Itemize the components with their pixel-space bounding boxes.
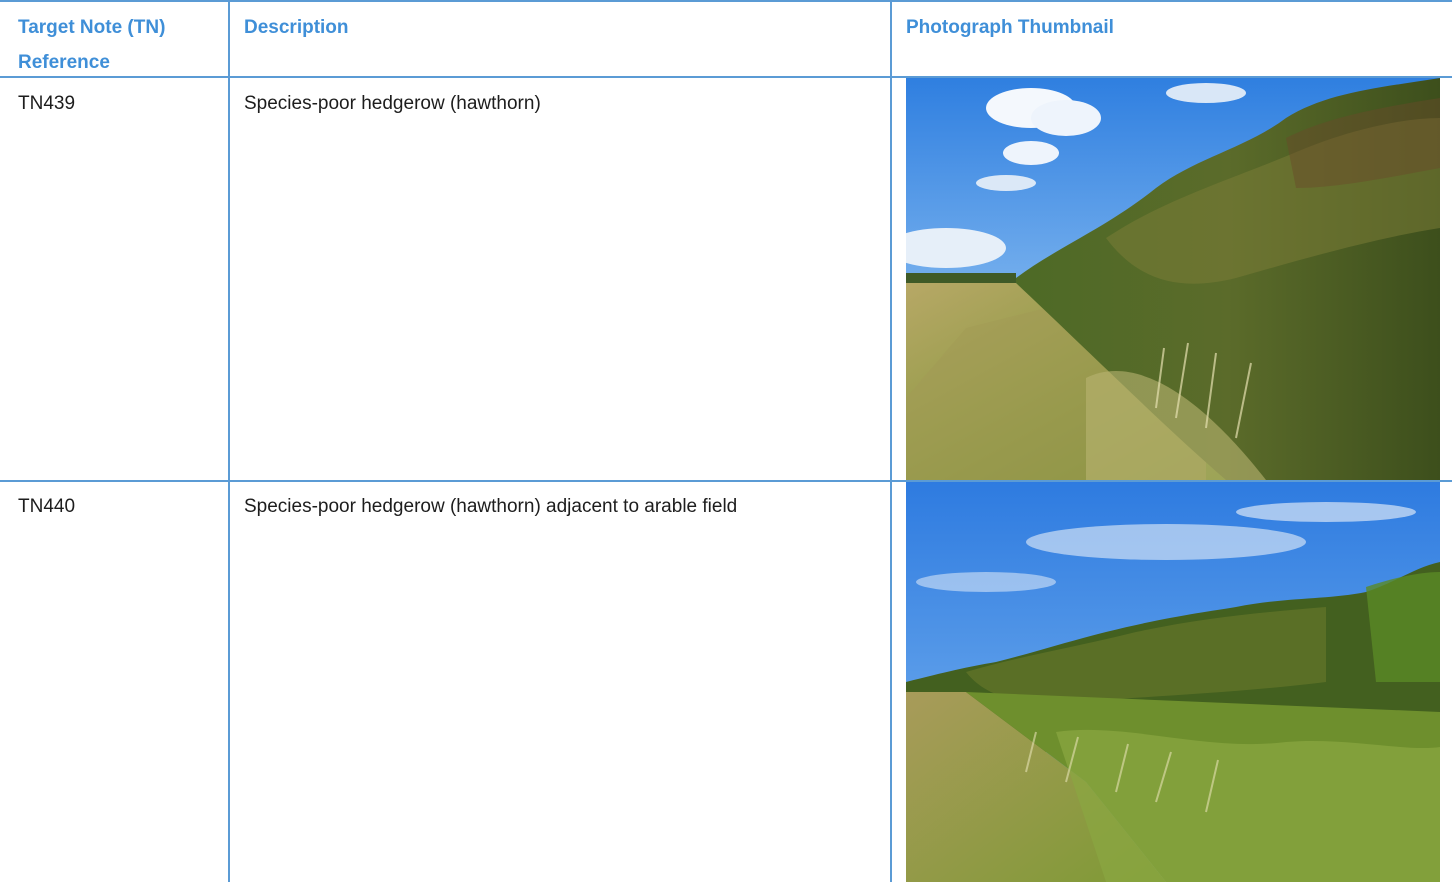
column-divider-1	[228, 0, 230, 882]
target-notes-table: Target Note (TN) Reference Description P…	[0, 0, 1452, 882]
header-description-label: Description	[244, 17, 349, 38]
header-photo: Photograph Thumbnail	[906, 10, 1426, 45]
row-2-ref: TN440	[18, 495, 218, 519]
header-photo-label: Photograph Thumbnail	[906, 17, 1114, 38]
row-1-description: Species-poor hedgerow (hawthorn)	[244, 92, 874, 116]
row-1-ref-text: TN439	[18, 93, 76, 114]
header-reference-label: Target Note (TN) Reference	[18, 17, 166, 73]
hedgerow-photo-thumbnail	[906, 78, 1440, 480]
row-2-ref-text: TN440	[18, 496, 76, 517]
header-reference: Target Note (TN) Reference	[18, 10, 218, 80]
row-2-description-text: Species-poor hedgerow (hawthorn) adjacen…	[244, 496, 738, 517]
row-2-description: Species-poor hedgerow (hawthorn) adjacen…	[244, 495, 874, 519]
header-description: Description	[244, 10, 874, 45]
hedgerow-photo-icon	[906, 78, 1440, 480]
hedgerow-field-photo-thumbnail	[906, 482, 1440, 882]
table-top-rule	[0, 0, 1452, 2]
hedgerow-field-photo-icon	[906, 482, 1440, 882]
row-1-ref: TN439	[18, 92, 218, 116]
column-divider-2	[890, 0, 892, 882]
row-1-description-text: Species-poor hedgerow (hawthorn)	[244, 93, 541, 114]
